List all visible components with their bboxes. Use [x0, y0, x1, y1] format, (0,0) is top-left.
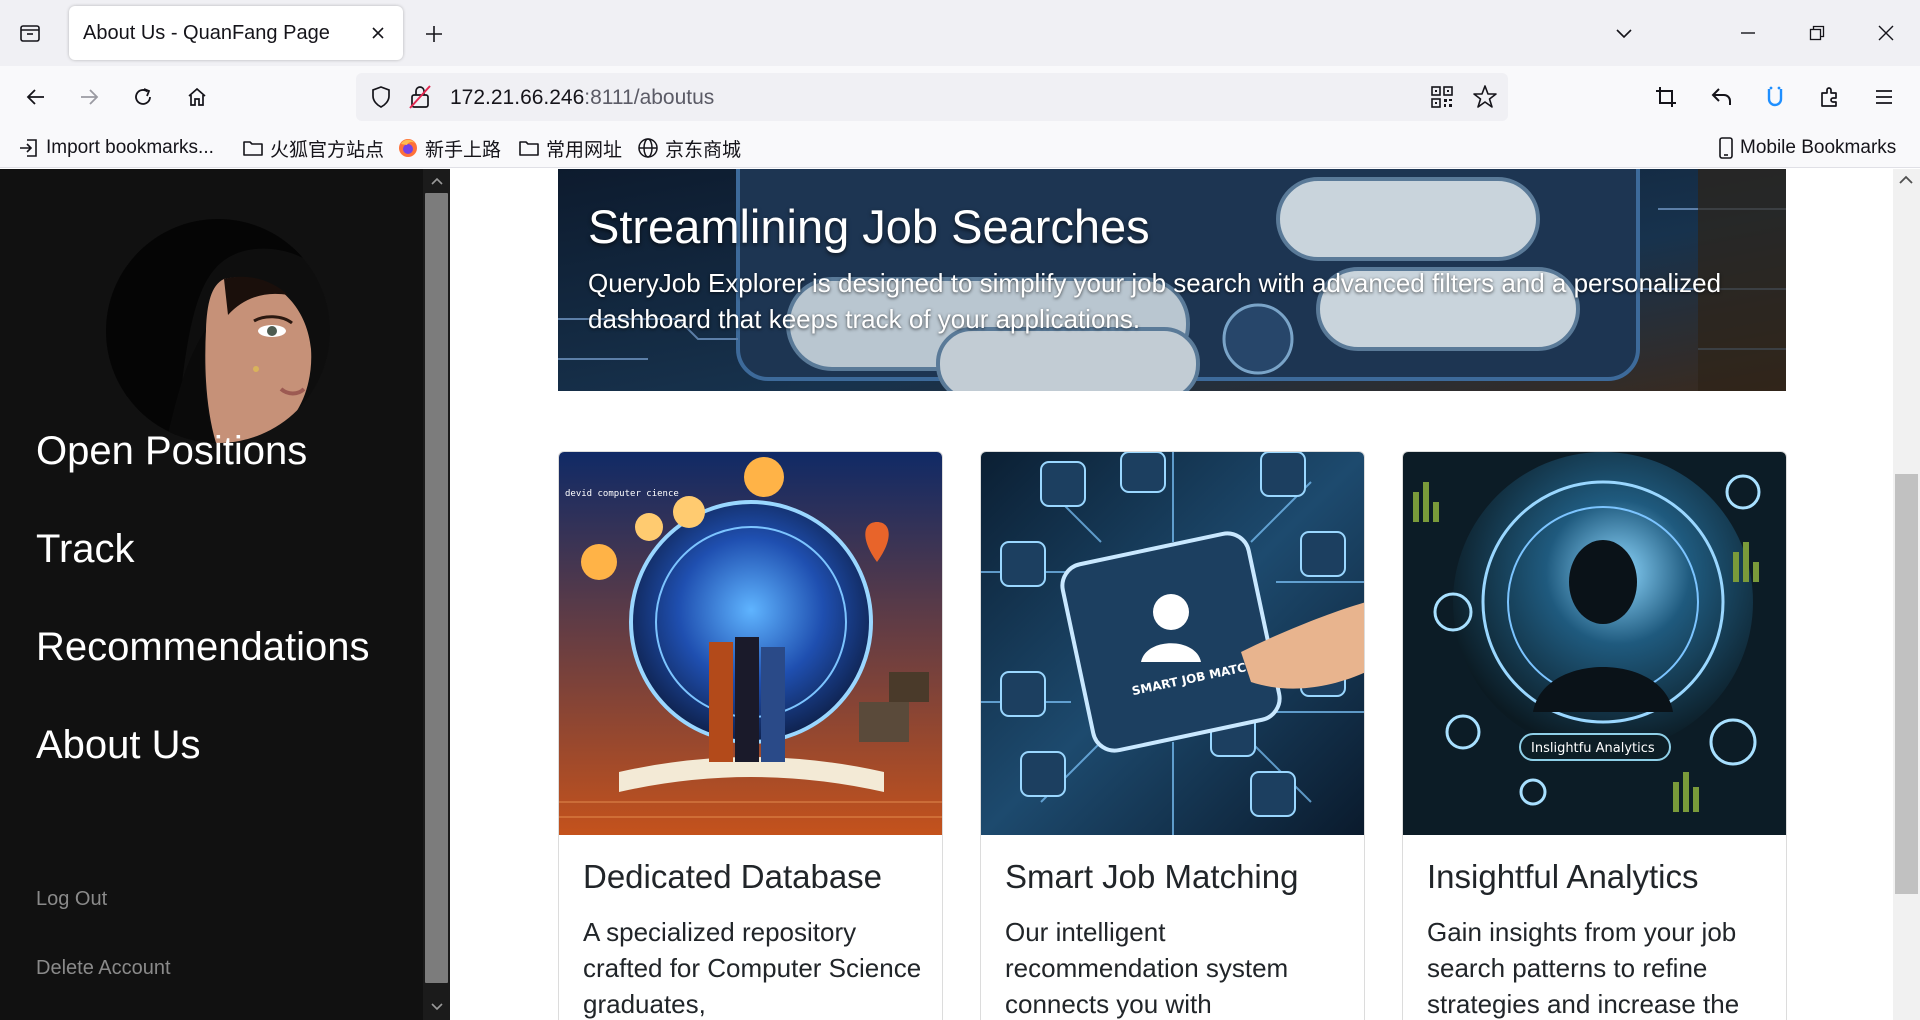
banner-text: QueryJob Explorer is designed to simplif… — [588, 268, 1722, 334]
close-tab-icon[interactable] — [363, 18, 393, 48]
bookmark-star-icon[interactable] — [1472, 84, 1498, 110]
scroll-down-arrow-icon[interactable] — [429, 999, 444, 1014]
home-icon[interactable] — [179, 79, 215, 115]
bookmarks-toolbar: Import bookmarks... 火狐官方站点 新手上路 常用网址 京东商… — [0, 128, 1920, 168]
close-window-icon[interactable] — [1866, 15, 1906, 51]
tab-overflow-chevron-icon[interactable] — [1604, 15, 1644, 51]
nav-recommendations[interactable]: Recommendations — [36, 625, 370, 670]
tab-title: About Us - QuanFang Page — [83, 22, 330, 44]
menu-hamburger-icon[interactable] — [1866, 79, 1902, 115]
url-host: 172.21.66.246 — [450, 86, 585, 109]
url-path: :8111/aboutus — [584, 86, 715, 109]
page-viewport: Open Positions Track Recommendations Abo… — [0, 169, 1920, 1020]
mobile-bookmarks[interactable]: Mobile Bookmarks — [1718, 134, 1896, 162]
page-scrollbar[interactable] — [1893, 169, 1920, 1020]
folder-icon — [242, 137, 264, 159]
sidebar: Open Positions Track Recommendations Abo… — [0, 169, 450, 1020]
browser-nav-bar: 172.21.66.246:8111/aboutus — [0, 66, 1920, 128]
reload-icon[interactable] — [125, 79, 161, 115]
undo-arrow-icon[interactable] — [1704, 79, 1740, 115]
back-icon[interactable] — [18, 79, 54, 115]
url-text[interactable]: 172.21.66.246:8111/aboutus — [450, 86, 714, 110]
screenshot-crop-icon[interactable] — [1648, 79, 1684, 115]
bookmark-jd[interactable]: 京东商城 — [637, 134, 741, 162]
extension-u-icon[interactable] — [1757, 79, 1793, 115]
extensions-puzzle-icon[interactable] — [1812, 79, 1848, 115]
bookmark-getting-started[interactable]: 新手上路 — [397, 134, 501, 162]
sidebar-scroll-thumb[interactable] — [425, 193, 448, 983]
bookmark-common-sites[interactable]: 常用网址 — [518, 134, 622, 162]
globe-icon — [637, 137, 659, 159]
scroll-up-arrow-icon[interactable] — [429, 173, 444, 188]
bookmark-label: 火狐官方站点 — [270, 139, 385, 161]
nav-open-positions[interactable]: Open Positions — [36, 429, 307, 474]
nav-track[interactable]: Track — [36, 527, 135, 572]
logout-link[interactable]: Log Out — [36, 888, 107, 911]
restore-icon[interactable] — [1797, 15, 1837, 51]
mobile-device-icon — [1718, 136, 1734, 160]
card-text: Gain insights from your job search patte… — [1427, 917, 1740, 1019]
banner-title: Streamlining Job Searches — [588, 200, 1150, 253]
image-label: Inslightfu Analytics — [1531, 741, 1655, 756]
nav-about-us[interactable]: About Us — [36, 723, 201, 768]
bookmark-label: 常用网址 — [546, 139, 623, 161]
card-text: A specialized repository crafted for Com… — [583, 917, 922, 1019]
feature-card-analytics: Inslightfu Analytics Insightful Analytic… — [1402, 451, 1787, 1020]
page-scroll-thumb[interactable] — [1895, 474, 1918, 894]
database-illustration: devid computer cience — [559, 452, 942, 835]
hero-banner: Streamlining Job Searches QueryJob Explo… — [558, 169, 1786, 391]
bookmark-label: 京东商城 — [665, 139, 742, 161]
url-bar[interactable]: 172.21.66.246:8111/aboutus — [356, 73, 1508, 121]
card-title: Insightful Analytics — [1427, 858, 1699, 895]
qr-code-icon[interactable] — [1430, 85, 1454, 109]
job-matching-illustration: SMART JOB MATCHING — [981, 452, 1364, 835]
bookmark-label: 新手上路 — [425, 139, 502, 161]
image-label: devid computer cience — [565, 489, 679, 499]
bookmark-import[interactable]: Import bookmarks... — [18, 134, 214, 162]
new-tab-icon[interactable] — [418, 18, 450, 50]
sidebar-scrollbar[interactable] — [423, 169, 450, 1020]
avatar — [106, 219, 330, 443]
tab-list-icon[interactable] — [12, 17, 48, 49]
folder-icon — [518, 137, 540, 159]
delete-account-link[interactable]: Delete Account — [36, 957, 171, 980]
browser-tab-bar: About Us - QuanFang Page — [0, 0, 1920, 66]
minimize-icon[interactable] — [1728, 15, 1768, 51]
feature-card-matching: SMART JOB MATCHING Smart Job Matching Ou… — [980, 451, 1365, 1020]
tracking-shield-icon[interactable] — [370, 85, 392, 109]
analytics-illustration: Inslightfu Analytics — [1403, 452, 1786, 835]
card-text: Our intelligent recommendation system co… — [1005, 917, 1289, 1019]
feature-card-database: devid computer cience Dedicated Database… — [558, 451, 943, 1020]
forward-icon[interactable] — [71, 79, 107, 115]
card-title: Smart Job Matching — [1005, 858, 1299, 895]
page-scroll-up-arrow-icon[interactable] — [1899, 175, 1913, 184]
bookmark-firefox-site[interactable]: 火狐官方站点 — [242, 134, 384, 162]
insecure-lock-icon[interactable] — [408, 84, 432, 110]
firefox-icon — [397, 137, 419, 159]
bookmark-label: Import bookmarks... — [46, 137, 214, 158]
card-title: Dedicated Database — [583, 858, 883, 895]
mobile-bookmarks-label: Mobile Bookmarks — [1740, 137, 1897, 158]
active-tab[interactable]: About Us - QuanFang Page — [69, 6, 403, 60]
import-icon — [18, 137, 40, 159]
